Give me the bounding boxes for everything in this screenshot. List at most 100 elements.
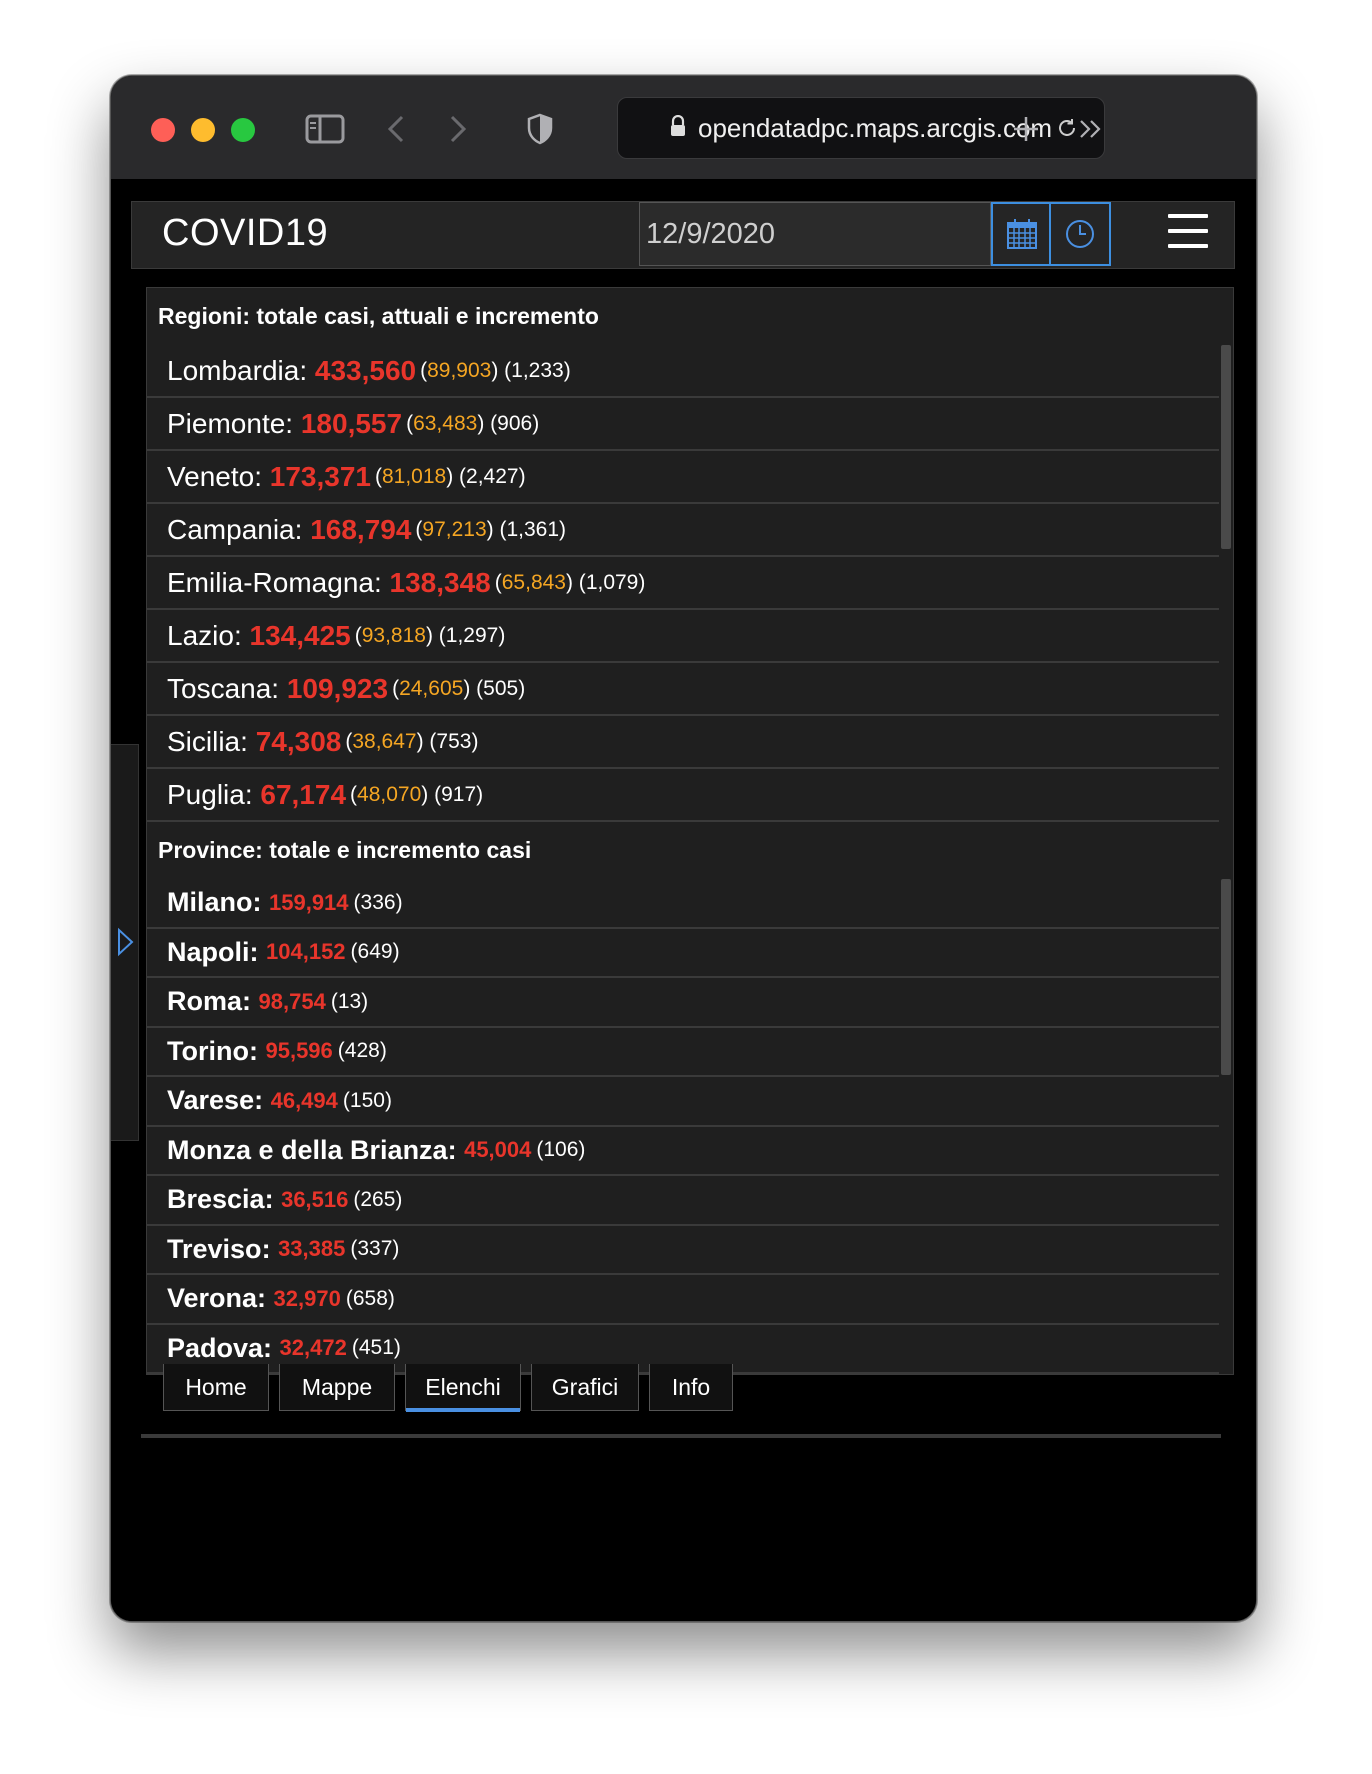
sidebar-toggle-icon[interactable]: [303, 106, 347, 152]
province-row[interactable]: Varese: 46,494 (150): [147, 1077, 1219, 1127]
province-increment-wrap: (336): [354, 891, 403, 915]
paren: (: [353, 890, 361, 914]
region-details: (97,213) (1,361): [415, 518, 566, 542]
province-total: 104,152: [266, 939, 346, 965]
province-increment-wrap: (150): [343, 1089, 392, 1113]
zoom-window-button[interactable]: [231, 118, 255, 142]
date-input[interactable]: 12/9/2020: [639, 202, 991, 266]
hamburger-menu-icon[interactable]: [1168, 214, 1208, 254]
time-button[interactable]: [1049, 202, 1111, 266]
province-total: 33,385: [278, 1236, 346, 1262]
separator: :: [294, 513, 311, 545]
province-row[interactable]: Monza e della Brianza: 45,004 (106): [147, 1127, 1219, 1176]
paren: ): [387, 1286, 395, 1310]
separator: :: [244, 778, 261, 810]
province-increment: 13: [337, 989, 362, 1013]
paren: ): [498, 623, 506, 647]
region-details: (89,903) (1,233): [420, 359, 571, 383]
separator: :: [254, 460, 270, 492]
province-row[interactable]: Milano: 159,914 (336): [147, 879, 1219, 929]
paren: ) (: [486, 517, 507, 541]
paren: ): [384, 1088, 392, 1112]
province-row[interactable]: Treviso: 33,385 (337): [147, 1226, 1219, 1275]
paren: ) (: [421, 782, 442, 806]
province-total: 159,914: [269, 889, 349, 915]
province-increment-wrap: (265): [353, 1188, 402, 1212]
provinces-title: Province: totale e incremento casi: [147, 822, 1233, 879]
paren: ) (: [477, 411, 498, 435]
region-row[interactable]: Lazio: 134,425 (93,818) (1,297): [147, 610, 1219, 663]
tab-home[interactable]: Home: [163, 1364, 269, 1411]
tab-info[interactable]: Info: [649, 1364, 733, 1411]
region-name: Sicilia: [167, 725, 241, 757]
minimize-window-button[interactable]: [191, 118, 215, 142]
region-row[interactable]: Veneto: 173,371 (81,018) (2,427): [147, 451, 1219, 504]
separator: :: [233, 619, 250, 651]
app-header: COVID19 12/9/2020: [131, 201, 1235, 269]
region-name: Toscana: [167, 672, 272, 704]
province-row[interactable]: Torino: 95,596 (428): [147, 1028, 1219, 1077]
calendar-button[interactable]: [991, 202, 1053, 266]
paren: ): [532, 411, 540, 435]
new-tab-icon[interactable]: [1006, 106, 1046, 152]
regions-title: Regioni: totale casi, attuali e incremen…: [158, 303, 599, 329]
region-row[interactable]: Lombardia: 433,560 (89,903) (1,233): [147, 345, 1219, 398]
province-increment-wrap: (649): [351, 940, 400, 964]
paren: ): [361, 989, 369, 1013]
close-window-button[interactable]: [151, 118, 175, 142]
regions-scrollbar[interactable]: [1221, 345, 1231, 549]
paren: (: [374, 464, 382, 488]
province-name: Milano: [167, 887, 253, 918]
province-total: 95,596: [265, 1038, 333, 1064]
separator: :: [261, 1233, 279, 1264]
region-details: (93,818) (1,297): [355, 624, 506, 648]
region-details: (63,483) (906): [406, 412, 539, 436]
paren: ): [518, 676, 526, 700]
region-details: (24,605) (505): [392, 677, 525, 701]
province-increment-wrap: (13): [331, 990, 368, 1014]
separator: :: [271, 672, 287, 704]
separator: :: [240, 725, 256, 757]
region-total: 67,174: [260, 778, 347, 810]
region-row[interactable]: Campania: 168,794 (97,213) (1,361): [147, 504, 1219, 557]
side-panel-handle[interactable]: [111, 744, 139, 1141]
back-icon[interactable]: [381, 106, 411, 152]
province-increment: 336: [360, 890, 396, 914]
lists-panel: Regioni: totale casi, attuali e incremen…: [146, 287, 1234, 1375]
region-increment: 1,079: [585, 570, 639, 594]
region-row[interactable]: Sicilia: 74,308 (38,647) (753): [147, 716, 1219, 769]
province-increment: 265: [360, 1187, 396, 1211]
more-tabs-icon[interactable]: [1071, 106, 1111, 152]
bottom-divider: [141, 1434, 1221, 1438]
province-name: Padova: [167, 1332, 264, 1363]
province-row[interactable]: Napoli: 104,152 (649): [147, 929, 1219, 978]
paren: (: [350, 782, 358, 806]
tab-grafici[interactable]: Grafici: [531, 1364, 639, 1411]
paren: ) (: [425, 623, 446, 647]
paren: (: [337, 1039, 345, 1063]
region-name: Piemonte: [167, 407, 286, 439]
region-total: 433,560: [314, 354, 417, 386]
tab-mappe[interactable]: Mappe: [279, 1364, 395, 1411]
province-row[interactable]: Verona: 32,970 (658): [147, 1275, 1219, 1325]
region-current: 93,818: [361, 623, 426, 647]
paren: (: [494, 570, 502, 594]
provinces-scrollbar[interactable]: [1221, 879, 1231, 1075]
region-total: 109,923: [286, 672, 389, 704]
province-row[interactable]: Roma: 98,754 (13): [147, 978, 1219, 1028]
tab-elenchi[interactable]: Elenchi: [405, 1364, 521, 1412]
province-name: Monza e della Brianza: [167, 1134, 448, 1165]
region-row[interactable]: Toscana: 109,923 (24,605) (505): [147, 663, 1219, 716]
region-current: 89,903: [427, 358, 492, 382]
region-total: 134,425: [249, 619, 351, 651]
paren: ): [638, 570, 646, 594]
province-row[interactable]: Brescia: 36,516 (265): [147, 1176, 1219, 1226]
region-row[interactable]: Puglia: 67,174 (48,070) (917): [147, 769, 1219, 822]
region-row[interactable]: Piemonte: 180,557 (63,483) (906): [147, 398, 1219, 451]
region-row[interactable]: Emilia-Romagna: 138,348 (65,843) (1,079): [147, 557, 1219, 610]
separator: :: [264, 1184, 282, 1215]
paren: ): [476, 782, 484, 806]
shield-icon[interactable]: [523, 106, 557, 152]
province-increment: 428: [344, 1039, 380, 1063]
forward-icon[interactable]: [443, 106, 473, 152]
